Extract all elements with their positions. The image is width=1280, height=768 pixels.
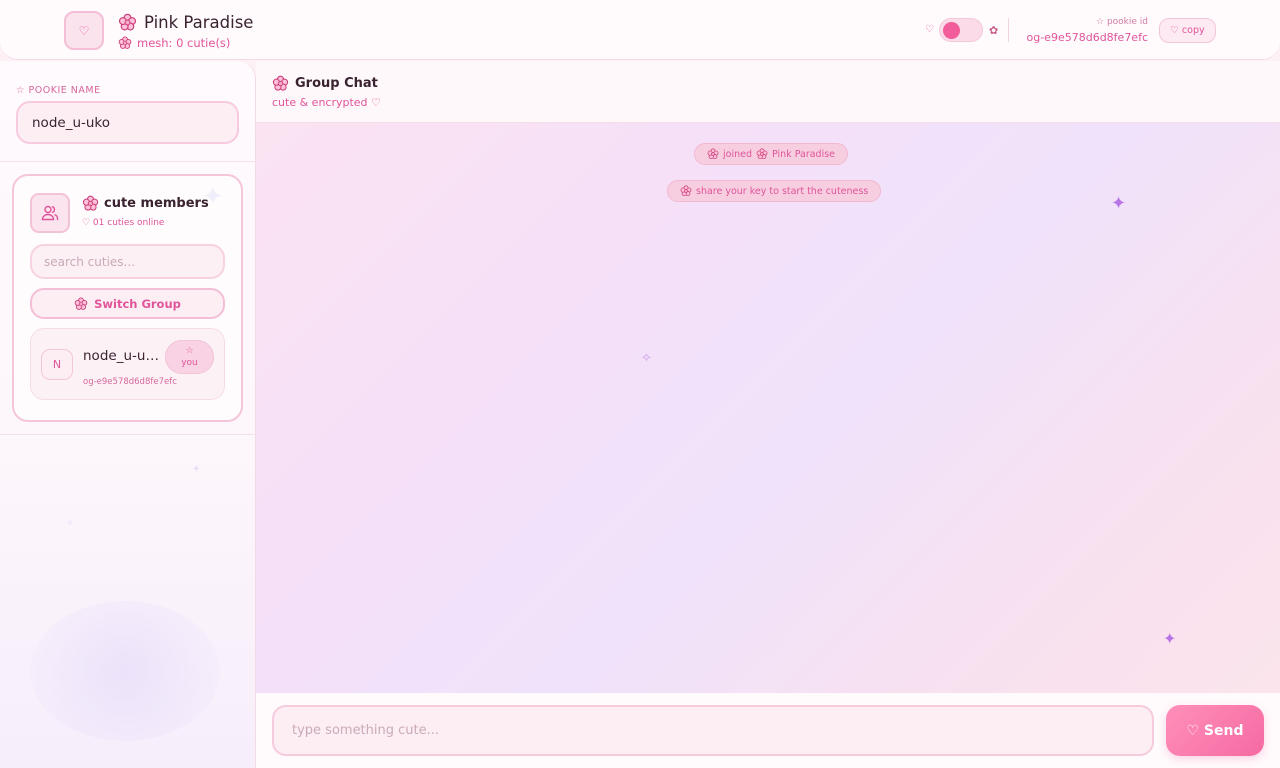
sidebar: ☆ POOKIE NAME ✦ cute members ♡ 01 cuties… bbox=[0, 61, 256, 768]
chat-title: Group Chat bbox=[272, 75, 378, 92]
app-header: ♡ Pink Paradise mesh: 0 cutie(s) ♡ ✿ ☆ p… bbox=[0, 0, 1280, 60]
member-list-item[interactable]: N node_u-uko ☆ you og-e9e578d6d8fe7efc bbox=[30, 328, 225, 400]
header-divider bbox=[1008, 18, 1009, 42]
switch-group-button[interactable]: Switch Group bbox=[30, 288, 225, 319]
members-title-text: cute members bbox=[104, 196, 209, 211]
switch-group-label: Switch Group bbox=[94, 296, 181, 311]
send-button[interactable]: ♡ Send bbox=[1166, 705, 1264, 756]
star-icon: ☆ bbox=[185, 346, 194, 356]
system-message-group: Pink Paradise bbox=[772, 148, 836, 160]
member-id: og-e9e578d6d8fe7efc bbox=[83, 377, 177, 387]
pookie-id-value: og-e9e578d6d8fe7efc bbox=[1026, 31, 1149, 44]
members-title: cute members bbox=[82, 195, 209, 212]
system-message: share your key to start the cuteness bbox=[667, 180, 882, 202]
heart-icon[interactable]: ♡ bbox=[64, 11, 104, 50]
message-composer: ♡ Send bbox=[256, 693, 1280, 768]
message-area[interactable]: joined Pink Paradise share your key to s… bbox=[256, 123, 1280, 693]
chat-title-text: Group Chat bbox=[295, 76, 378, 91]
theme-toggle[interactable] bbox=[939, 18, 983, 42]
app-name: Pink Paradise bbox=[144, 12, 254, 32]
app-title: Pink Paradise bbox=[118, 11, 253, 33]
you-badge-label: you bbox=[181, 358, 198, 368]
flower-icon bbox=[118, 13, 137, 32]
copy-button[interactable]: ♡ copy bbox=[1159, 18, 1216, 43]
system-message: joined Pink Paradise bbox=[694, 143, 849, 165]
toggle-knob bbox=[943, 22, 960, 39]
chat-subtitle: cute & encrypted ♡ bbox=[272, 96, 381, 109]
pookie-name-label: ☆ POOKIE NAME bbox=[16, 85, 101, 96]
system-message-text: joined bbox=[723, 148, 752, 160]
sparkle-icon: ✦ bbox=[1163, 629, 1177, 648]
chat-header: Group Chat cute & encrypted ♡ bbox=[256, 61, 1280, 123]
flower-settings-icon[interactable]: ✿ bbox=[989, 24, 998, 37]
flower-icon bbox=[118, 36, 132, 50]
search-input[interactable] bbox=[30, 244, 225, 279]
member-name: node_u-uko bbox=[83, 348, 161, 364]
flower-icon bbox=[707, 148, 719, 160]
mesh-status: mesh: 0 cutie(s) bbox=[118, 35, 230, 51]
sidebar-divider bbox=[0, 161, 256, 162]
mesh-status-text: mesh: 0 cutie(s) bbox=[137, 36, 231, 50]
online-count: ♡ 01 cuties online bbox=[82, 218, 165, 228]
sparkle-icon: ✧ bbox=[66, 518, 75, 529]
sparkle-icon: ✦ bbox=[1111, 193, 1127, 214]
users-icon bbox=[30, 193, 70, 233]
flower-icon bbox=[74, 297, 88, 311]
flower-icon bbox=[272, 75, 289, 92]
flower-icon bbox=[82, 195, 99, 212]
heart-icon: ♡ bbox=[925, 24, 934, 35]
sparkle-icon: ✧ bbox=[641, 351, 652, 366]
avatar: N bbox=[41, 349, 73, 380]
pookie-name-input[interactable] bbox=[16, 101, 239, 144]
pookie-id-label: ☆ pookie id bbox=[1096, 17, 1148, 27]
sidebar-glow bbox=[30, 601, 220, 741]
sidebar-divider bbox=[0, 434, 256, 435]
sparkle-icon: ✦ bbox=[192, 464, 201, 475]
members-card: ✦ cute members ♡ 01 cuties online Switch… bbox=[12, 174, 243, 422]
flower-icon bbox=[756, 148, 768, 160]
system-message-text: share your key to start the cuteness bbox=[696, 185, 869, 197]
message-input[interactable] bbox=[272, 705, 1154, 756]
you-badge: ☆ you bbox=[165, 340, 214, 374]
flower-icon bbox=[680, 185, 692, 197]
